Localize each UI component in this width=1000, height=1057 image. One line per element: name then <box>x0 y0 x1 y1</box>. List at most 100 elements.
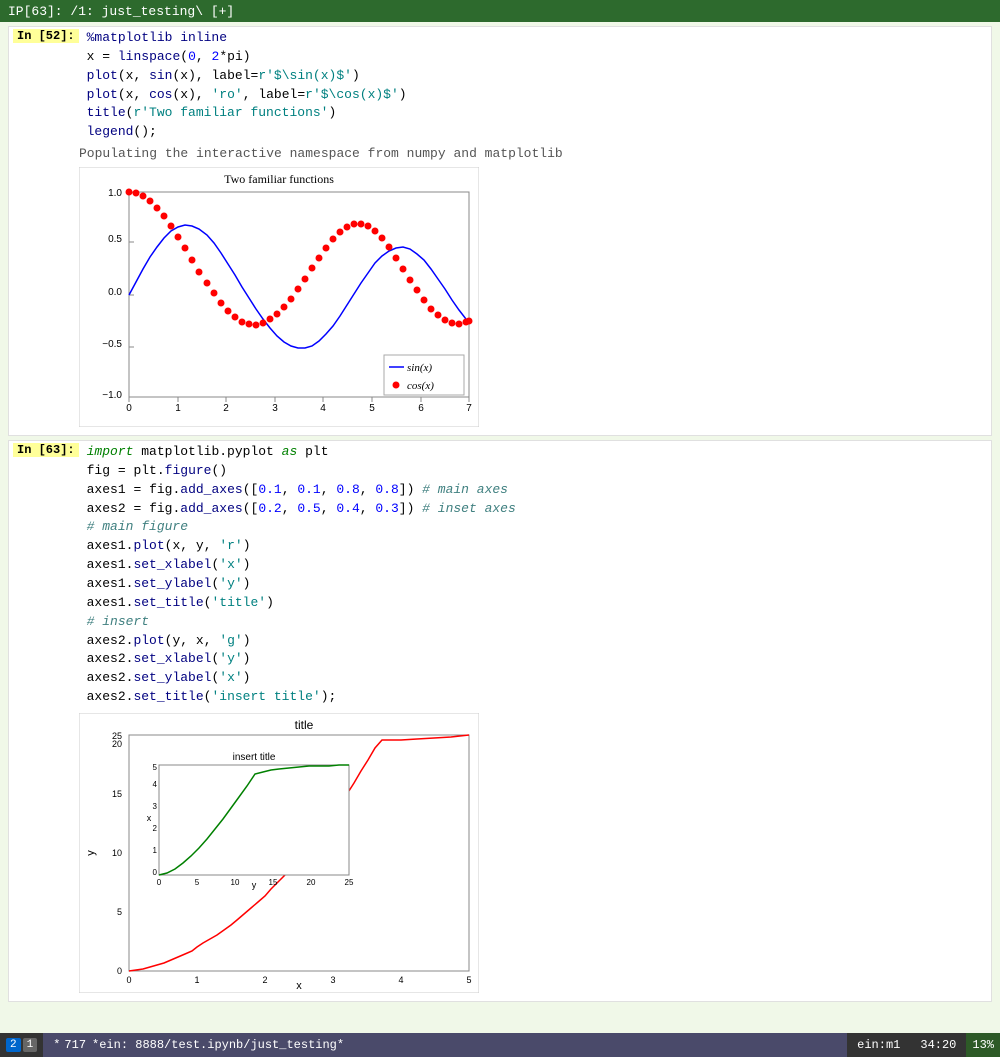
cos-dot-6 <box>168 223 175 230</box>
code-line-c2: fig = plt.figure() <box>87 462 987 481</box>
status-percent-text: 13% <box>972 1038 994 1052</box>
cos-dot-43 <box>428 306 435 313</box>
main-title: title <box>295 718 314 732</box>
status-numbers: 2 1 <box>0 1033 43 1057</box>
code-line-c7: # main figure <box>87 518 987 537</box>
cos-dot-31 <box>344 224 351 231</box>
status-mode-text: ein:m1 <box>857 1038 900 1052</box>
cos-dot-13 <box>218 300 225 307</box>
cos-dot-14 <box>225 308 232 315</box>
notebook: In [52]: %matplotlib inline x = linspace… <box>0 22 1000 1033</box>
mx-4: 4 <box>398 975 403 985</box>
x-label-0: 0 <box>126 403 132 414</box>
x-label-3: 3 <box>272 403 278 414</box>
inset-title: insert title <box>233 752 276 763</box>
status-filename-text: *ein: 8888/test.ipynb/just_testing* <box>92 1038 344 1052</box>
code-line-3: plot(x, sin(x), label=r'$\sin(x)$') <box>87 67 987 86</box>
y-label-n05: −0.5 <box>102 339 122 350</box>
cos-dot-20 <box>267 316 274 323</box>
y-label-05: 0.5 <box>108 234 122 245</box>
ix-20: 20 <box>307 878 316 887</box>
legend-sin-label: sin(x) <box>407 362 432 374</box>
status-line-count: 717 <box>64 1038 86 1052</box>
cos-dot-19 <box>260 320 267 327</box>
my-15: 15 <box>112 789 122 799</box>
cell-52-code[interactable]: %matplotlib inline x = linspace(0, 2*pi)… <box>87 29 987 142</box>
plot-1-container: Two familiar functions 1.0 0.5 0.0 −0.5 <box>79 167 479 431</box>
mx-5: 5 <box>466 975 471 985</box>
main-y-label: y <box>85 850 97 856</box>
code-line-4: plot(x, cos(x), 'ro', label=r'$\cos(x)$'… <box>87 86 987 105</box>
cos-dot-37 <box>386 244 393 251</box>
cos-dot-4 <box>154 205 161 212</box>
my-5: 5 <box>117 907 122 917</box>
code-line-1: %matplotlib inline <box>87 29 987 48</box>
plot-1-title: Two familiar functions <box>224 172 334 186</box>
status-position: 34:20 <box>910 1033 966 1057</box>
cos-dot-23 <box>288 296 295 303</box>
cos-dot-42 <box>421 297 428 304</box>
cell-63-code[interactable]: import matplotlib.pyplot as plt fig = pl… <box>87 443 987 707</box>
code-line-c8: axes1.plot(x, y, 'r') <box>87 537 987 556</box>
cos-dot-3 <box>147 198 154 205</box>
iy-4: 4 <box>153 780 158 789</box>
status-modified-marker: * <box>53 1038 60 1052</box>
cos-dot-41 <box>414 287 421 294</box>
plot-2-container: title y x 0 5 10 15 20 25 <box>79 713 479 997</box>
status-position-text: 34:20 <box>920 1038 956 1052</box>
code-line-c11: axes1.set_title('title') <box>87 594 987 613</box>
cos-dot-8 <box>182 245 189 252</box>
cos-dot-10 <box>196 269 203 276</box>
iy-2: 2 <box>153 824 158 833</box>
cos-dot-49 <box>466 318 473 325</box>
cell-52-output-text: Populating the interactive namespace fro… <box>9 144 991 163</box>
code-line-5: title(r'Two familiar functions') <box>87 104 987 123</box>
cos-dot-2 <box>140 193 147 200</box>
my-0: 0 <box>117 966 122 976</box>
my-25: 25 <box>112 731 122 741</box>
status-filename: * 717 *ein: 8888/test.ipynb/just_testing… <box>43 1033 847 1057</box>
x-label-5: 5 <box>369 403 375 414</box>
cos-dot-40 <box>407 277 414 284</box>
cos-dot-25 <box>302 276 309 283</box>
y-label-1: 1.0 <box>108 188 122 199</box>
cos-dot-9 <box>189 257 196 264</box>
iy-1: 1 <box>153 846 158 855</box>
my-10: 10 <box>112 848 122 858</box>
x-label-2: 2 <box>223 403 229 414</box>
legend-cos-dot <box>393 382 400 389</box>
code-line-c1: import matplotlib.pyplot as plt <box>87 443 987 462</box>
cos-dot-1 <box>133 190 140 197</box>
ix-0: 0 <box>157 878 162 887</box>
cos-dot-22 <box>281 304 288 311</box>
code-line-2: x = linspace(0, 2*pi) <box>87 48 987 67</box>
cos-dot-12 <box>211 290 218 297</box>
status-num-gray: 1 <box>23 1038 38 1052</box>
x-label-1: 1 <box>175 403 181 414</box>
cell-52-label: In [52]: <box>13 29 79 43</box>
cos-dot-38 <box>393 255 400 262</box>
cos-dot-5 <box>161 213 168 220</box>
iy-5: 5 <box>153 763 158 772</box>
cos-dot-26 <box>309 265 316 272</box>
mx-2: 2 <box>262 975 267 985</box>
cos-dot-39 <box>400 266 407 273</box>
status-percent: 13% <box>966 1033 1000 1057</box>
mx-3: 3 <box>330 975 335 985</box>
code-line-c14: axes2.plot(y, x, 'g') <box>87 632 987 651</box>
cos-dot-0 <box>126 189 133 196</box>
cos-dot-16 <box>239 319 246 326</box>
iy-3: 3 <box>153 802 158 811</box>
x-label-7: 7 <box>466 403 472 414</box>
cell-63-label: In [63]: <box>13 443 79 457</box>
ix-15: 15 <box>269 878 278 887</box>
inset-x-label: y <box>252 880 257 890</box>
cos-dot-15 <box>232 314 239 321</box>
y-label-0: 0.0 <box>108 287 122 298</box>
y-label-n1: −1.0 <box>102 390 122 401</box>
iy-0: 0 <box>153 868 158 877</box>
ix-5: 5 <box>195 878 200 887</box>
x-label-6: 6 <box>418 403 424 414</box>
cos-dot-36 <box>379 235 386 242</box>
title-text: IP[63]: /1: just_testing\ [+] <box>8 4 234 19</box>
